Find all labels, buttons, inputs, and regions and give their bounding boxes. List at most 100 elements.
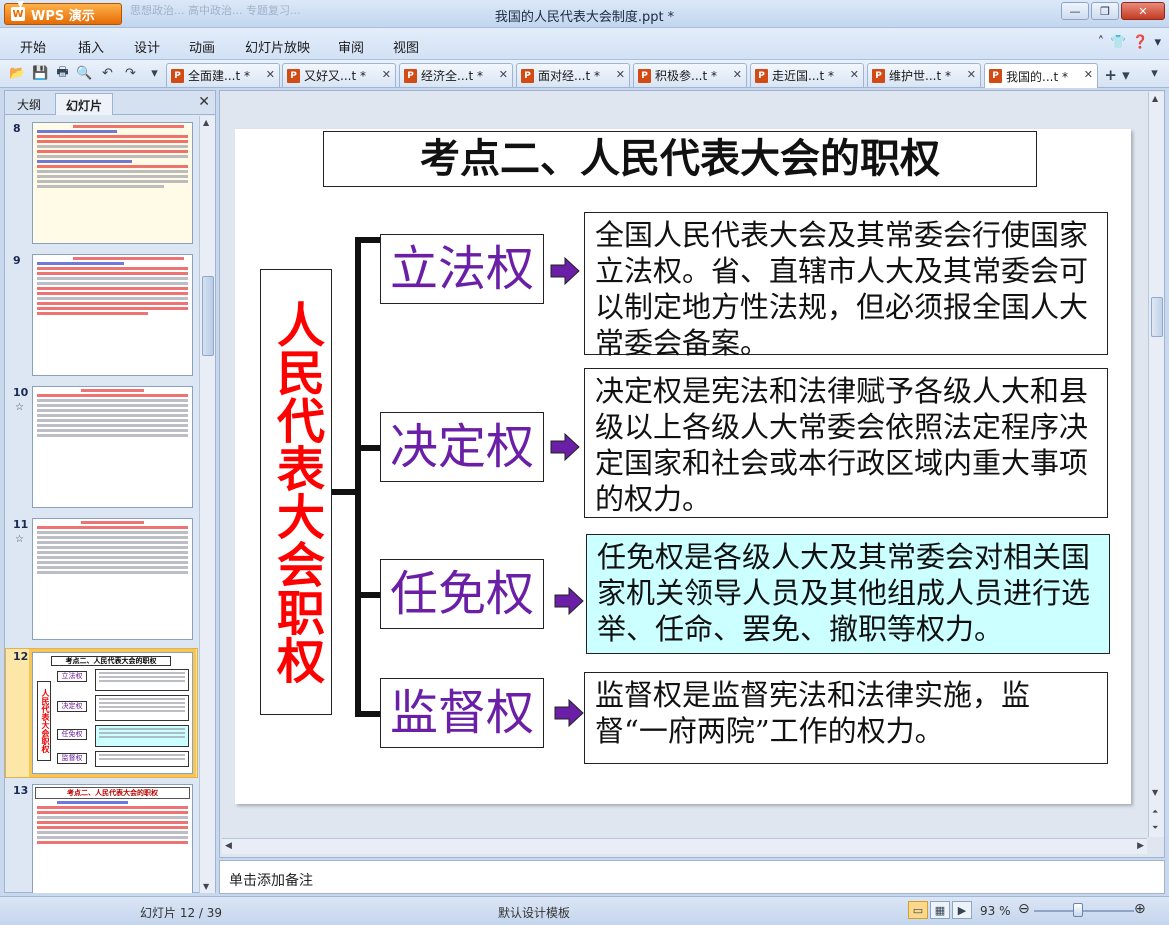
- new-tab-button[interactable]: + ▾: [1101, 65, 1133, 85]
- appointment-desc[interactable]: 任免权是各级人大及其常委会对相关国家机关领导人员及其他组成人员进行选举、任命、罢…: [586, 534, 1110, 654]
- power-decision[interactable]: 决定权: [380, 412, 544, 482]
- close-tab-icon[interactable]: ✕: [733, 68, 742, 81]
- close-tab-icon[interactable]: ✕: [616, 68, 625, 81]
- slide-number: 8: [13, 122, 21, 135]
- menu-insert[interactable]: 插入: [78, 37, 104, 56]
- menu-design[interactable]: 设计: [134, 37, 160, 56]
- menu-slideshow[interactable]: 幻灯片放映: [245, 37, 310, 56]
- doc-tab-active[interactable]: P 我国的...t * ✕: [984, 63, 1098, 88]
- current-slide[interactable]: 考点二、人民代表大会的职权 人民代表大会职权 立法权 决定权 任免权 监督权 全…: [235, 129, 1131, 804]
- vertical-title[interactable]: 人民代表大会职权: [260, 269, 332, 715]
- menu-home[interactable]: 开始: [20, 37, 46, 56]
- close-tab-icon[interactable]: ✕: [266, 68, 275, 81]
- next-slide-icon[interactable]: ⏷: [1152, 823, 1158, 833]
- doc-tab[interactable]: P 走近国...t * ✕: [750, 63, 864, 87]
- decision-desc[interactable]: 决定权是宪法和法律赋予各级人大和县级以上各级人大常委会依照法定程序决定国家和社会…: [584, 368, 1108, 518]
- arrow-right-icon: [550, 257, 580, 285]
- zoom-in-icon[interactable]: ⊕: [1134, 901, 1146, 917]
- thumbnail-row[interactable]: 10 ☆: [5, 384, 198, 512]
- help-icon[interactable]: ❓: [1132, 35, 1148, 50]
- prev-slide-icon[interactable]: ⏶: [1152, 807, 1158, 817]
- slide-vertical-scrollbar[interactable]: ▲ ▼ ⏶ ⏷: [1148, 92, 1164, 837]
- help-chevron-icon[interactable]: ▾: [1154, 35, 1161, 50]
- close-panel-icon[interactable]: ✕: [198, 94, 210, 110]
- scroll-right-icon[interactable]: ▶: [1137, 841, 1144, 851]
- thumbnail-row[interactable]: 11 ☆: [5, 516, 198, 644]
- thumbnail-row[interactable]: 8: [5, 120, 198, 248]
- scroll-up-icon[interactable]: ▲: [1152, 94, 1158, 103]
- power-legislative[interactable]: 立法权: [380, 234, 544, 304]
- slide-horizontal-scrollbar[interactable]: ◀ ▶: [222, 838, 1147, 854]
- normal-view-icon[interactable]: ▭: [908, 901, 928, 919]
- doc-tab-label: 维护世...t *: [889, 69, 951, 83]
- menu-animation[interactable]: 动画: [189, 37, 215, 56]
- power-appointment[interactable]: 任免权: [380, 559, 544, 629]
- slide-thumbnail[interactable]: [32, 254, 193, 376]
- arrow-right-icon: [550, 433, 580, 461]
- scroll-down-icon[interactable]: ▼: [203, 882, 209, 891]
- zoom-slider-handle[interactable]: [1073, 903, 1083, 917]
- close-tab-icon[interactable]: ✕: [850, 68, 859, 81]
- slide-thumbnail[interactable]: [32, 122, 193, 244]
- slide-thumbnail[interactable]: 考点二、人民代表大会的职权: [32, 784, 193, 893]
- thumbnail-row[interactable]: 13 考点二、人民代表大会的职权: [5, 782, 198, 893]
- ppt-file-icon: P: [171, 68, 184, 83]
- menu-view[interactable]: 视图: [393, 37, 419, 56]
- print-preview-icon[interactable]: 🔍: [76, 65, 93, 82]
- doc-tab[interactable]: P 面对经...t * ✕: [516, 63, 630, 87]
- doc-tab-label: 全面建...t *: [188, 69, 250, 83]
- arrow-right-icon: [554, 587, 584, 615]
- tab-list-icon[interactable]: ▾: [1146, 65, 1163, 82]
- doc-tab[interactable]: P 积极参...t * ✕: [633, 63, 747, 87]
- doc-tab-label: 又好又...t *: [304, 69, 366, 83]
- supervision-desc[interactable]: 监督权是监督宪法和法律实施，监督“一府两院”工作的权力。: [584, 672, 1108, 764]
- close-tab-icon[interactable]: ✕: [382, 68, 391, 81]
- ppt-file-icon: P: [755, 68, 768, 83]
- thumbnail-row[interactable]: 9: [5, 252, 198, 380]
- slide-sorter-icon[interactable]: ▦: [930, 901, 950, 919]
- slideshow-icon[interactable]: ▶: [952, 901, 972, 919]
- zoom-out-icon[interactable]: ⊖: [1018, 901, 1030, 917]
- doc-tab[interactable]: P 经济全...t * ✕: [399, 63, 513, 87]
- notes-pane[interactable]: 单击添加备注: [219, 860, 1165, 894]
- ribbon-collapse-icon[interactable]: ˄: [1098, 35, 1105, 50]
- print-icon[interactable]: 🖶: [54, 65, 71, 82]
- zoom-slider[interactable]: [1034, 910, 1134, 912]
- maximize-button[interactable]: ❐: [1091, 2, 1119, 20]
- power-supervision[interactable]: 监督权: [380, 678, 544, 748]
- tab-slides[interactable]: 幻灯片: [55, 93, 114, 115]
- scroll-left-icon[interactable]: ◀: [225, 841, 232, 851]
- close-tab-icon[interactable]: ✕: [499, 68, 508, 81]
- legislative-desc[interactable]: 全国人民代表大会及其常委会行使国家立法权。省、直辖市人大及其常委会可以制定地方性…: [584, 212, 1108, 360]
- slide-title[interactable]: 考点二、人民代表大会的职权: [323, 131, 1037, 187]
- doc-tab[interactable]: P 全面建...t * ✕: [166, 63, 280, 87]
- close-tab-icon[interactable]: ✕: [967, 68, 976, 81]
- slide-thumbnail[interactable]: [32, 518, 193, 640]
- notes-placeholder[interactable]: 单击添加备注: [229, 870, 313, 890]
- ppt-file-icon: P: [989, 69, 1002, 83]
- slide-thumbnails: 8 9 10 ☆ 11 ☆ 12 考点二、人民代表大会的职权 人民代表大会职权 …: [5, 116, 198, 893]
- scroll-thumb[interactable]: [202, 276, 214, 356]
- save-icon[interactable]: 💾: [32, 65, 49, 82]
- close-tab-icon[interactable]: ✕: [1084, 68, 1093, 81]
- redo-icon[interactable]: ↷: [122, 65, 139, 82]
- minimize-button[interactable]: —: [1061, 2, 1089, 20]
- scroll-down-icon[interactable]: ▼: [1152, 788, 1158, 797]
- scroll-thumb[interactable]: [1151, 297, 1163, 337]
- slide-thumbnail[interactable]: [32, 386, 193, 508]
- bracket-line: [355, 445, 381, 451]
- close-window-button[interactable]: ✕: [1121, 2, 1165, 20]
- open-folder-icon[interactable]: 📂: [9, 65, 26, 82]
- undo-icon[interactable]: ↶: [99, 65, 116, 82]
- doc-tab[interactable]: P 维护世...t * ✕: [867, 63, 981, 87]
- scroll-up-icon[interactable]: ▲: [203, 118, 209, 127]
- thumbnail-row-selected[interactable]: 12 考点二、人民代表大会的职权 人民代表大会职权 立法权 决定权 任免权 监督…: [5, 648, 198, 778]
- thumbnails-scrollbar[interactable]: ▲ ▼: [199, 116, 215, 893]
- toolbar-dropdown-icon[interactable]: ▾: [146, 65, 163, 82]
- tab-outline[interactable]: 大纲: [17, 96, 41, 113]
- slide-thumbnail-selected[interactable]: 考点二、人民代表大会的职权 人民代表大会职权 立法权 决定权 任免权 监督权: [29, 649, 196, 777]
- doc-tab[interactable]: P 又好又...t * ✕: [282, 63, 396, 87]
- menu-review[interactable]: 审阅: [338, 37, 364, 56]
- skin-shirt-icon[interactable]: 👕: [1110, 35, 1126, 50]
- thumb-vertical-title: 人民代表大会职权: [37, 681, 51, 761]
